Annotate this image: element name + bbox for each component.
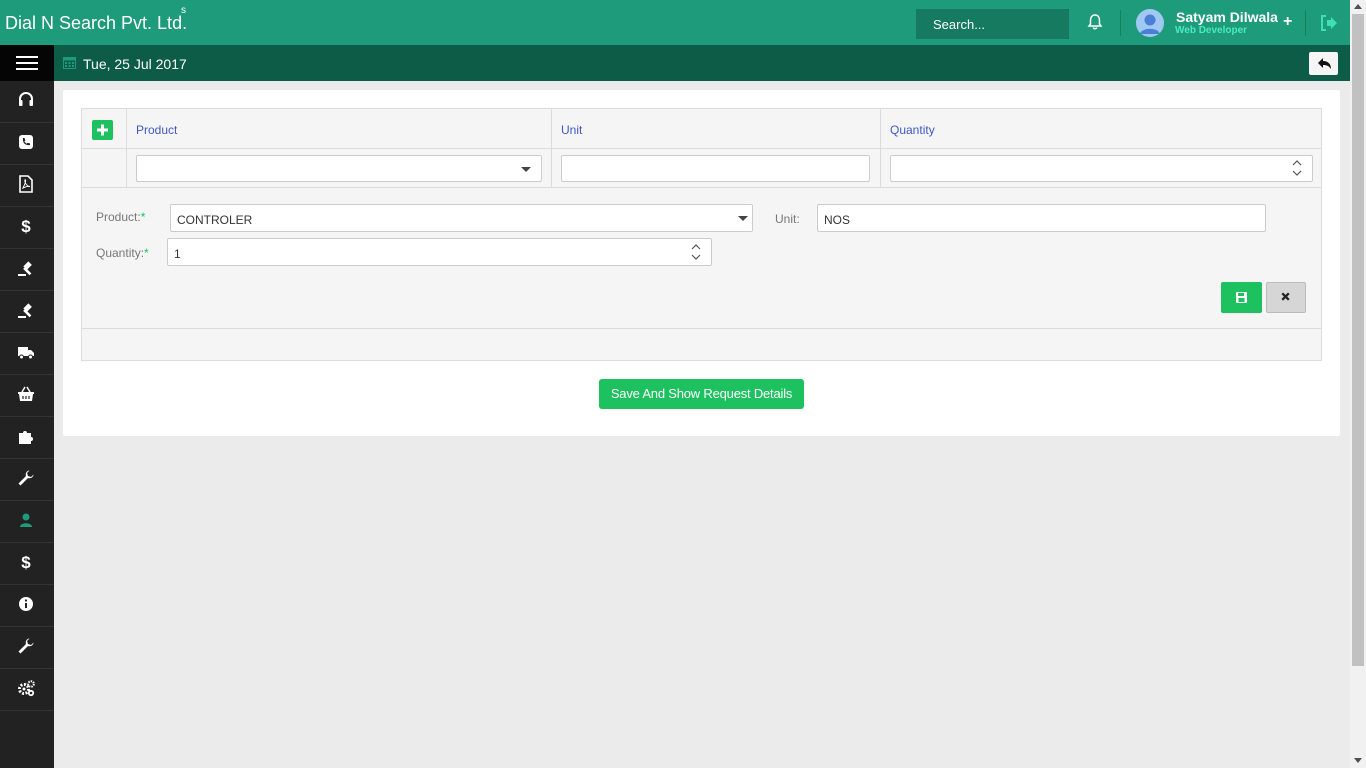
truck-icon [18, 347, 34, 360]
user-icon [20, 513, 32, 527]
filter-cell-unit [552, 149, 881, 188]
dollar-icon: $ [21, 553, 31, 571]
unit-filter-input[interactable] [561, 155, 870, 182]
sidebar-item-auction[interactable] [0, 249, 54, 291]
divider [1120, 10, 1121, 36]
wrench-icon [18, 638, 34, 654]
avatar[interactable] [1136, 9, 1164, 37]
sidebar-item-maintenance[interactable] [0, 627, 54, 669]
sidebar-item-tools[interactable] [0, 459, 54, 501]
brand-name[interactable]: Dial N Search Pvt. Ltd. [5, 13, 187, 34]
unit-input[interactable]: NOS [817, 204, 1266, 232]
grid-footer [82, 329, 1321, 360]
sidebar-item-delivery[interactable] [0, 333, 54, 375]
sidebar-item-settings[interactable] [0, 669, 54, 711]
sidebar-item-calls[interactable] [0, 123, 54, 165]
search-input[interactable] [916, 9, 1069, 39]
gavel-icon [18, 261, 32, 276]
svg-text:$: $ [21, 217, 31, 235]
wrench-icon [18, 470, 34, 486]
add-icon[interactable]: + [1283, 13, 1295, 31]
info-icon [19, 597, 33, 611]
unit-value: NOS [824, 213, 851, 227]
sidebar-item-modules[interactable] [0, 417, 54, 459]
product-value: CONTROLER [177, 213, 253, 227]
column-header-label: Quantity [890, 123, 935, 137]
sidebar: $ $ [0, 81, 54, 768]
bell-icon[interactable] [1086, 13, 1104, 31]
spinner-icon[interactable] [691, 242, 701, 262]
filter-cell-quantity [881, 149, 1321, 188]
brand-superscript: s [181, 5, 186, 16]
quantity-stepper[interactable]: 1 [167, 238, 712, 266]
vertical-scrollbar[interactable] [1350, 0, 1366, 768]
column-header-product[interactable]: Product [127, 109, 552, 149]
sidebar-item-info[interactable] [0, 585, 54, 627]
user-role: Web Developer [1175, 25, 1248, 36]
filter-cell-product [127, 149, 552, 188]
sidebar-item-legal[interactable] [0, 291, 54, 333]
cancel-row-button[interactable] [1266, 282, 1306, 313]
dollar-icon: $ [21, 217, 31, 235]
sidebar-item-support[interactable] [0, 81, 54, 123]
logout-icon[interactable] [1319, 14, 1339, 32]
basket-icon [18, 386, 34, 401]
spinner-icon[interactable] [1292, 158, 1302, 178]
sidebar-item-pdf[interactable] [0, 165, 54, 207]
quantity-value: 1 [174, 247, 181, 261]
product-filter-select[interactable] [136, 155, 542, 182]
quantity-filter-input[interactable] [890, 155, 1313, 182]
column-header-quantity[interactable]: Quantity [881, 109, 1321, 149]
column-header-unit[interactable]: Unit [552, 109, 881, 149]
scroll-down-arrow-icon[interactable] [1354, 758, 1362, 763]
user-name[interactable]: Satyam Dilwala [1176, 9, 1278, 25]
calendar-icon [63, 56, 76, 69]
sidebar-item-users[interactable] [0, 501, 54, 543]
product-grid: Product Unit Quantity Product:* CONTROLE… [81, 108, 1322, 361]
filter-row-spacer [82, 149, 127, 188]
gavel-icon [18, 303, 32, 318]
phone-icon [19, 135, 33, 149]
scrollbar-thumb[interactable] [1352, 14, 1364, 666]
column-header-label: Product [136, 123, 178, 137]
svg-text:$: $ [21, 553, 31, 571]
sidebar-item-finance[interactable]: $ [0, 207, 54, 249]
add-row-button[interactable] [92, 120, 113, 140]
unit-label: Unit: [775, 212, 800, 226]
save-and-show-request-details-button[interactable]: Save And Show Request Details [599, 379, 804, 409]
current-date: Tue, 25 Jul 2017 [83, 56, 187, 72]
grid-header-add-cell [82, 109, 127, 149]
sidebar-item-shop[interactable] [0, 375, 54, 417]
headset-icon [19, 92, 33, 106]
back-button[interactable] [1309, 52, 1338, 75]
chevron-down-icon [738, 216, 748, 221]
divider [1305, 10, 1306, 36]
chevron-down-icon [521, 167, 531, 172]
sub-header: Tue, 25 Jul 2017 [0, 45, 1350, 81]
save-row-button[interactable] [1221, 282, 1262, 313]
scroll-up-arrow-icon[interactable] [1354, 4, 1362, 9]
quantity-label: Quantity:* [96, 246, 149, 260]
plus-icon [97, 124, 108, 136]
product-select[interactable]: CONTROLER [170, 204, 753, 232]
top-header: Dial N Search Pvt. Ltd. s Satyam Dilwala… [0, 0, 1350, 45]
puzzle-icon [19, 431, 33, 444]
hamburger-menu-icon[interactable] [0, 45, 54, 81]
reply-icon [1318, 58, 1331, 69]
edit-form: Product:* CONTROLER Unit: NOS Quantity:*… [82, 189, 1321, 329]
product-label: Product:* [96, 210, 146, 224]
pdf-file-icon [19, 175, 33, 193]
floppy-disk-icon [1236, 292, 1247, 303]
column-header-label: Unit [561, 123, 583, 137]
close-icon [1281, 292, 1290, 301]
sidebar-item-payments[interactable]: $ [0, 543, 54, 585]
main-card: Product Unit Quantity Product:* CONTROLE… [63, 90, 1340, 436]
cogs-icon [18, 680, 35, 697]
